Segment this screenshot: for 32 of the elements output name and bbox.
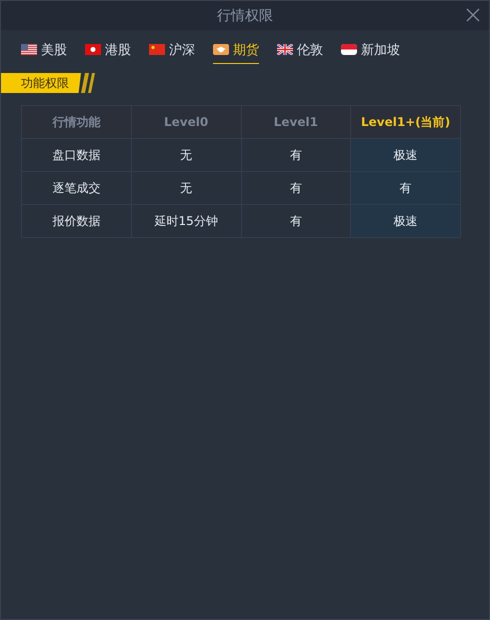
table-cell: 极速 [350,138,460,172]
table-cell: 极速 [350,204,460,238]
window-title: 行情权限 [217,6,273,24]
table-cell: 盘口数据 [22,138,132,172]
singapore-flag-icon [341,44,357,55]
stripes-icon [81,73,97,93]
table-cell: 逐笔成交 [22,172,132,204]
table-cell: 有 [241,138,351,172]
table-cell: 有 [241,172,351,204]
table-cell: 报价数据 [22,204,132,238]
column-header: Level1 [241,106,351,138]
uk-flag-icon [277,44,293,55]
china-flag-icon [149,44,165,55]
column-header: 行情功能 [22,106,132,138]
futures-icon [213,44,229,55]
market-tab[interactable]: 港股 [85,40,131,64]
hong-kong-flag-icon [85,44,101,55]
table-cell: 无 [131,138,241,172]
market-tab[interactable]: 期货 [213,40,259,64]
market-tab[interactable]: 美股 [21,40,67,64]
close-icon[interactable] [466,8,480,22]
us-flag-icon [21,44,37,55]
market-tab[interactable]: 新加坡 [341,40,400,64]
table-cell: 有 [241,204,351,238]
market-tab[interactable]: 沪深 [149,40,195,64]
section-label: 功能权限 [1,73,81,93]
table-cell: 有 [350,172,460,204]
market-tab[interactable]: 伦敦 [277,40,323,64]
column-header: Level1+(当前) [350,106,460,138]
table-cell: 无 [131,172,241,204]
column-header: Level0 [131,106,241,138]
table-cell: 延时15分钟 [131,204,241,238]
